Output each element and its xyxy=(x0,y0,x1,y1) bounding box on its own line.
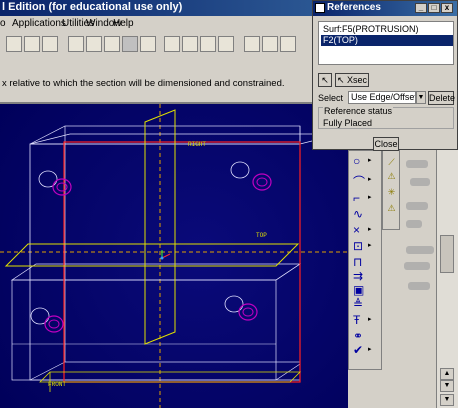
section-outline xyxy=(63,141,301,383)
references-title: References xyxy=(327,2,381,13)
datum-point-small-icon[interactable]: ✳ xyxy=(385,187,398,200)
part-slab-front xyxy=(11,279,277,381)
shading-icon[interactable] xyxy=(122,36,138,52)
references-title-bar[interactable]: References _ □ x xyxy=(313,1,457,16)
pick-arrow-button[interactable]: ↖ xyxy=(318,73,332,87)
datum-label-front: FRONT xyxy=(48,381,66,388)
sketcher-toolbar: ○ ▸ ⌒ ▸ ⌐ ▸ ∿ × ▸ ⊡ ▸ ⊓ ⇉ ▣ ≜ Ŧ ▸ ⚭ ✔ ▸ xyxy=(348,150,382,370)
reference-status-value: Fully Placed xyxy=(323,118,373,128)
no-hidden-icon[interactable] xyxy=(104,36,120,52)
model-tree-icon[interactable] xyxy=(24,36,40,52)
datum-plane-front xyxy=(39,371,301,383)
delete-button[interactable]: Delete xyxy=(428,91,455,105)
scroll-down-button[interactable]: ▼ xyxy=(440,380,454,392)
zoom-icon[interactable] xyxy=(6,36,22,52)
hole-bottom-right xyxy=(224,295,258,321)
select-dropdown[interactable]: Use Edge/Offset xyxy=(348,91,416,104)
chevron-down-icon[interactable]: ▼ xyxy=(416,91,426,104)
app-title: l Edition (for educational use only) xyxy=(2,1,183,13)
close-window-button[interactable]: x xyxy=(441,3,453,13)
reference-item-selected[interactable]: F2(TOP) xyxy=(321,35,453,46)
datum-csys-small-icon[interactable]: ⚠ xyxy=(385,203,398,216)
circle-icon[interactable]: ○ ▸ xyxy=(353,154,375,172)
scroll-up-button[interactable]: ▲ xyxy=(440,368,454,380)
minimize-button[interactable]: _ xyxy=(415,3,427,13)
arc-icon[interactable]: ⌒ ▸ xyxy=(353,173,375,191)
menu-item-partial[interactable]: o xyxy=(0,18,6,29)
xsec-button[interactable]: ↖ Xsec xyxy=(335,73,369,87)
dialog-icon xyxy=(315,3,325,13)
vertical-scrollbar[interactable]: ▲ ▼ ▼ xyxy=(436,150,458,408)
coordinate-system-marker xyxy=(160,250,171,260)
scrollbar-thumb[interactable] xyxy=(440,235,454,273)
datum-axis-small-icon[interactable]: ⚠ xyxy=(385,171,398,184)
datum-axis-tool-icon[interactable] xyxy=(262,36,278,52)
references-dialog: References _ □ x Surf:F5(PROTRUSION) F2(… xyxy=(312,0,458,151)
datum-plane-top xyxy=(4,243,300,267)
part-front-face xyxy=(29,143,301,381)
maximize-button[interactable]: □ xyxy=(428,3,440,13)
hidden-line-icon[interactable] xyxy=(86,36,102,52)
select-label: Select xyxy=(318,93,344,103)
datum-label-right: RIGHT xyxy=(188,141,206,148)
message-text: x relative to which the section will be … xyxy=(2,78,285,89)
done-icon[interactable]: ✔ ▸ xyxy=(353,343,375,361)
saved-views-icon[interactable] xyxy=(140,36,156,52)
hole-top-right xyxy=(230,161,272,191)
datum-plane-tool-icon[interactable] xyxy=(280,36,296,52)
datum-planes-icon[interactable] xyxy=(164,36,180,52)
select-row: Select Use Edge/Offset ▼ Delete xyxy=(318,91,455,105)
view-icon[interactable] xyxy=(68,36,84,52)
hole-bottom-left xyxy=(30,307,64,333)
hole-top-left xyxy=(38,170,72,196)
reference-status-header: Reference status xyxy=(323,106,394,116)
close-button[interactable]: Close xyxy=(373,137,399,151)
datum-points-icon[interactable] xyxy=(200,36,216,52)
reference-item[interactable]: Surf:F5(PROTRUSION) xyxy=(321,24,453,35)
regenerate-icon[interactable] xyxy=(42,36,58,52)
scroll-end-button[interactable]: ▼ xyxy=(440,394,454,406)
datum-plane-small-icon[interactable]: ⟋ xyxy=(385,157,398,170)
datum-csys-icon[interactable] xyxy=(218,36,234,52)
datum-toolbar: ⟋ ⚠ ✳ ⚠ xyxy=(382,150,400,230)
reference-status-group: Reference status Fully Placed xyxy=(318,106,454,129)
references-list[interactable]: Surf:F5(PROTRUSION) F2(TOP) xyxy=(318,21,454,65)
sketch-datum-icon[interactable] xyxy=(244,36,260,52)
menu-item-help[interactable]: Help xyxy=(113,18,134,29)
menu-item-applications[interactable]: Applications xyxy=(12,18,66,29)
datum-label-top: TOP xyxy=(256,232,267,239)
datum-axes-icon[interactable] xyxy=(182,36,198,52)
